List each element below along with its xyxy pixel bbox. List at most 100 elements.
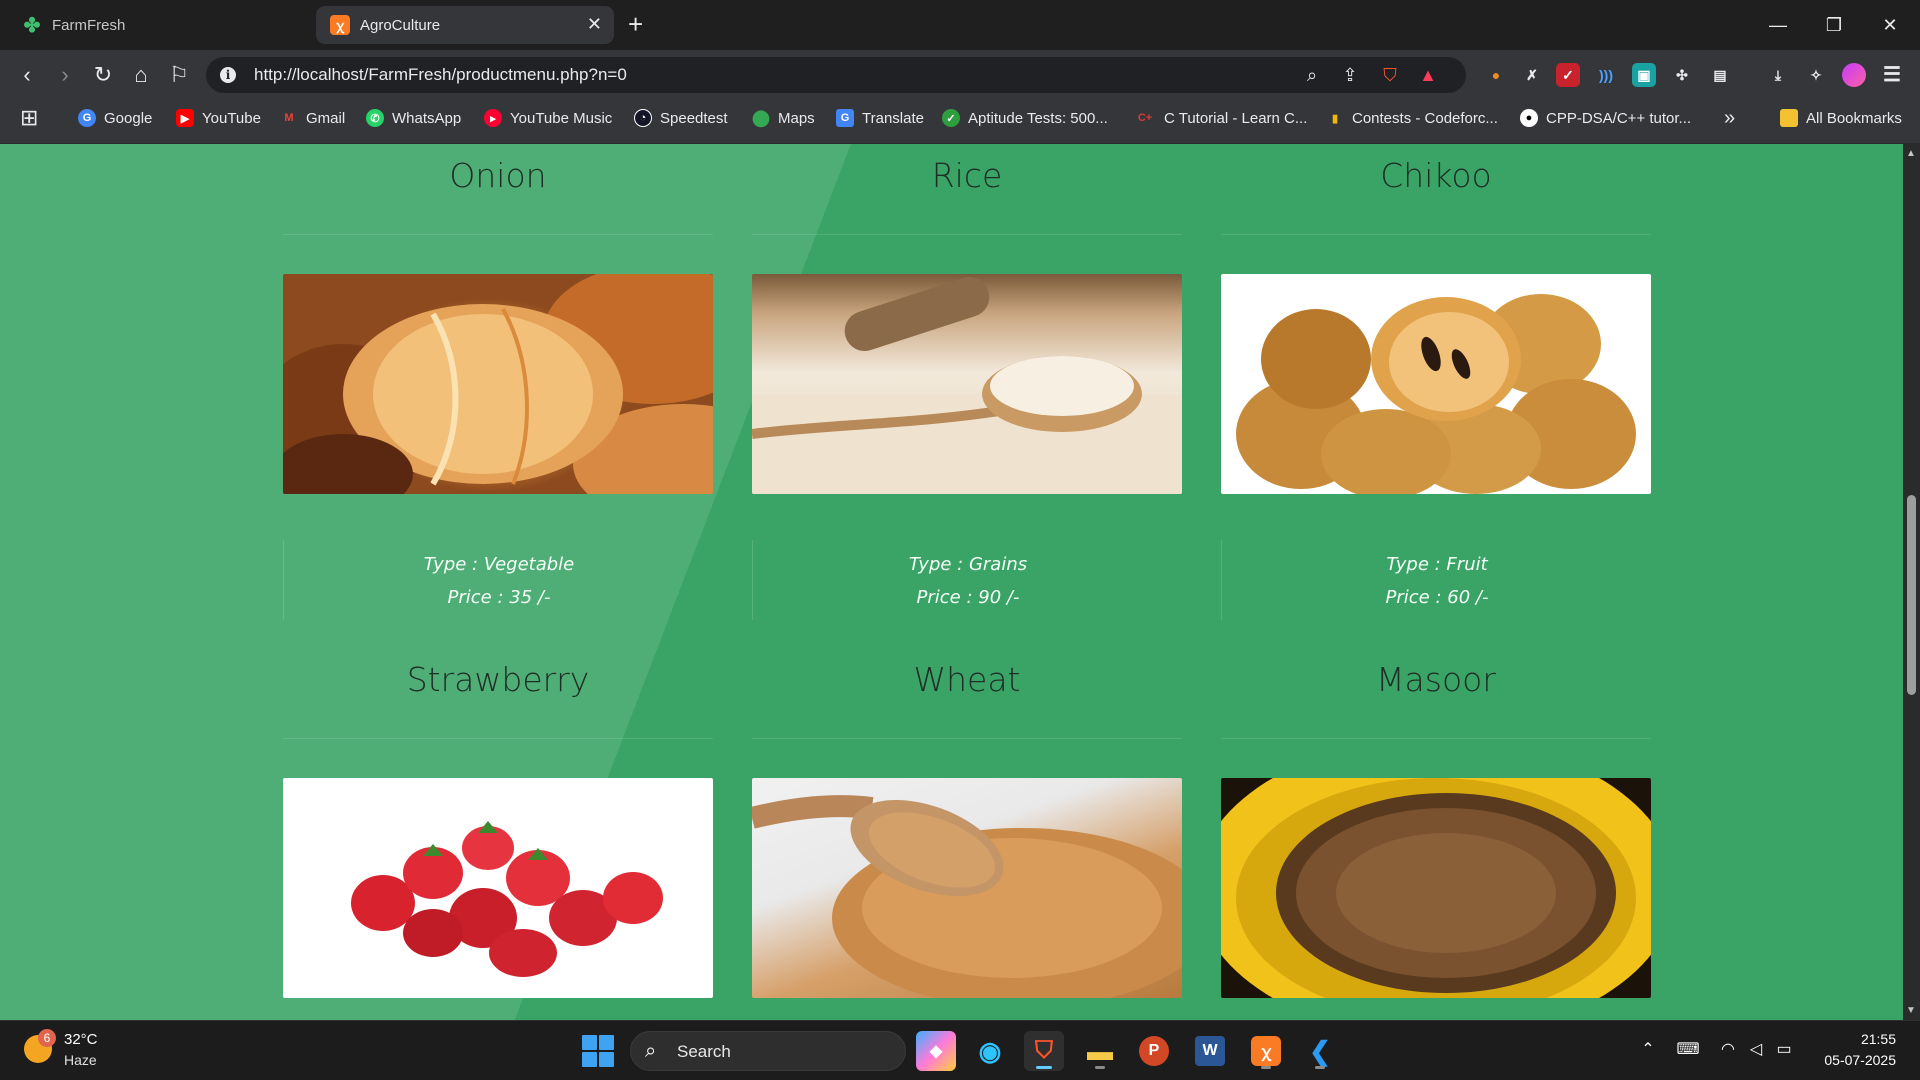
weather-temperature[interactable]: 32°C — [64, 1031, 98, 1048]
extension-icon[interactable]: ✗ — [1520, 63, 1544, 87]
bookmark-speedtest[interactable]: ◔ Speedtest — [634, 100, 728, 136]
chevron-up-icon[interactable]: ⌃ — [1636, 1039, 1660, 1059]
brave-icon[interactable]: ⛉ — [1024, 1031, 1064, 1071]
copilot-icon[interactable]: ◆ — [916, 1031, 956, 1071]
new-tab-button[interactable]: + — [628, 10, 643, 38]
leo-ai-icon[interactable]: ✧ — [1804, 63, 1828, 87]
extension-icon[interactable]: ● — [1484, 63, 1508, 87]
bookmark-aptitude[interactable]: ✓ Aptitude Tests: 500... — [942, 100, 1108, 136]
product-price: Price : 35 /- — [447, 587, 551, 608]
bookmark-translate[interactable]: G Translate — [836, 100, 924, 136]
wheat-image — [752, 778, 1182, 998]
bookmark-maps[interactable]: ⬤ Maps — [752, 100, 815, 136]
close-window-icon[interactable]: ✕ — [1870, 10, 1910, 40]
reader-icon[interactable]: ▤ — [1708, 63, 1732, 87]
bookmarks-overflow-icon[interactable]: » — [1724, 100, 1735, 136]
c-plus-icon: C+ — [1137, 112, 1153, 124]
scroll-thumb[interactable] — [1907, 494, 1916, 695]
clock-time[interactable]: 21:55 — [1824, 1031, 1896, 1047]
product-price: Price : 90 /- — [916, 587, 1020, 608]
speedtest-icon: ◔ — [634, 109, 652, 127]
xampp-icon[interactable]: ꭓ — [1246, 1031, 1286, 1071]
bookmark-label: C Tutorial - Learn C... — [1164, 109, 1308, 127]
powerpoint-icon[interactable]: P — [1134, 1031, 1174, 1071]
start-button[interactable] — [582, 1035, 614, 1067]
product-name: Strawberry — [406, 660, 590, 699]
bookmark-icon[interactable]: ⚐ — [164, 60, 194, 90]
product-price: Price : 60 /- — [1385, 587, 1489, 608]
taskbar-search[interactable]: ⌕ Search — [630, 1031, 906, 1071]
wifi-icon[interactable]: ◠ — [1716, 1039, 1740, 1059]
active-indicator — [1036, 1066, 1052, 1069]
brave-rewards-icon[interactable]: ▲ — [1416, 63, 1440, 87]
windows-logo-pane — [599, 1035, 614, 1050]
divider — [1221, 234, 1651, 235]
puzzle-icon[interactable]: ✣ — [1670, 63, 1694, 87]
running-indicator — [1261, 1066, 1271, 1069]
bookmark-label: Aptitude Tests: 500... — [968, 109, 1108, 127]
address-bar[interactable]: i http://localhost/FarmFresh/productmenu… — [206, 57, 1466, 93]
extension-icon[interactable]: ▣ — [1632, 63, 1656, 87]
extension-icon[interactable]: ✓ — [1556, 63, 1580, 87]
youtube-music-icon: ▸ — [484, 109, 502, 127]
volume-icon[interactable]: ◁ — [1744, 1039, 1768, 1059]
clover-icon: ✤ — [23, 14, 41, 37]
powerpoint-glyph: P — [1139, 1036, 1169, 1066]
clock-date[interactable]: 05-07-2025 — [1808, 1052, 1896, 1068]
edge-icon[interactable]: ◉ — [970, 1031, 1010, 1071]
tab-farmfresh[interactable]: ✤ FarmFresh — [8, 6, 308, 44]
weather-description[interactable]: Haze — [64, 1052, 97, 1068]
bookmark-whatsapp[interactable]: ✆ WhatsApp — [366, 100, 461, 136]
site-info-icon[interactable]: i — [220, 67, 236, 83]
minimize-icon[interactable]: — — [1758, 10, 1798, 40]
google-icon: G — [78, 109, 96, 127]
home-icon[interactable]: ⌂ — [126, 60, 156, 90]
keyboard-icon[interactable]: ⌨ — [1676, 1039, 1700, 1059]
gmail-icon: M — [284, 112, 294, 124]
all-bookmarks-folder[interactable]: All Bookmarks — [1780, 100, 1902, 136]
translate-icon: G — [836, 109, 854, 127]
product-type: Type : Fruit — [1386, 554, 1488, 575]
scroll-up-icon[interactable]: ▲ — [1906, 148, 1916, 159]
masoor-image — [1221, 778, 1651, 998]
word-icon[interactable]: W — [1190, 1031, 1230, 1071]
zoom-icon[interactable]: ⌕ — [1300, 63, 1324, 87]
check-circle-icon: ✓ — [942, 109, 960, 127]
vscode-icon[interactable]: ❮ — [1300, 1031, 1340, 1071]
bookmark-c-tutorial[interactable]: C+ C Tutorial - Learn C... — [1134, 100, 1308, 136]
page-scrollbar[interactable]: ▲ ▼ — [1903, 144, 1920, 1020]
notification-badge: 6 — [38, 1029, 56, 1047]
bookmark-youtube-music[interactable]: ▸ YouTube Music — [484, 100, 612, 136]
brave-shields-icon[interactable]: ⛉ — [1378, 63, 1402, 87]
back-icon[interactable]: ‹ — [12, 60, 42, 90]
bookmark-codeforces[interactable]: ▮ Contests - Codeforc... — [1326, 100, 1498, 136]
scroll-down-icon[interactable]: ▼ — [1906, 1005, 1916, 1016]
bookmark-google[interactable]: G Google — [78, 100, 152, 136]
download-icon[interactable]: ⤓ — [1766, 63, 1790, 87]
product-meta: Type : Grains Price : 90 /- — [752, 540, 1182, 620]
share-icon[interactable]: ⇪ — [1338, 63, 1362, 87]
close-tab-icon[interactable]: ✕ — [587, 14, 602, 35]
bookmark-cpp-dsa[interactable]: ● CPP-DSA/C++ tutor... — [1520, 100, 1691, 136]
bookmark-label: Maps — [778, 109, 815, 127]
product-meta: Type : Fruit Price : 60 /- — [1221, 540, 1651, 620]
url-text[interactable]: http://localhost/FarmFresh/productmenu.p… — [254, 57, 627, 93]
divider — [752, 234, 1182, 235]
apps-grid-icon[interactable]: ⊞ — [20, 100, 38, 136]
bookmark-label: YouTube — [202, 109, 261, 127]
forward-icon[interactable]: › — [50, 60, 80, 90]
chikoo-image — [1221, 274, 1651, 494]
reload-icon[interactable]: ↻ — [88, 60, 118, 90]
menu-icon[interactable]: ☰ — [1880, 63, 1904, 87]
tab-agroculture[interactable]: ꭓ AgroCulture ✕ — [316, 6, 614, 44]
bookmark-gmail[interactable]: M Gmail — [280, 100, 345, 136]
restore-icon[interactable]: ❐ — [1814, 10, 1854, 40]
bookmark-youtube[interactable]: ▶ YouTube — [176, 100, 261, 136]
extension-icon[interactable]: ))) — [1594, 63, 1618, 87]
profile-avatar[interactable] — [1842, 63, 1866, 87]
search-icon: ⌕ — [645, 1040, 657, 1062]
file-explorer-icon[interactable]: ▬ — [1080, 1031, 1120, 1071]
battery-icon[interactable]: ▭ — [1772, 1039, 1796, 1059]
windows-logo-pane — [582, 1052, 597, 1067]
windows-taskbar: 6 32°C Haze ⌕ Search ◆ ◉ ⛉ ▬ P W ꭓ ❮ ⌃ ⌨… — [0, 1020, 1920, 1080]
